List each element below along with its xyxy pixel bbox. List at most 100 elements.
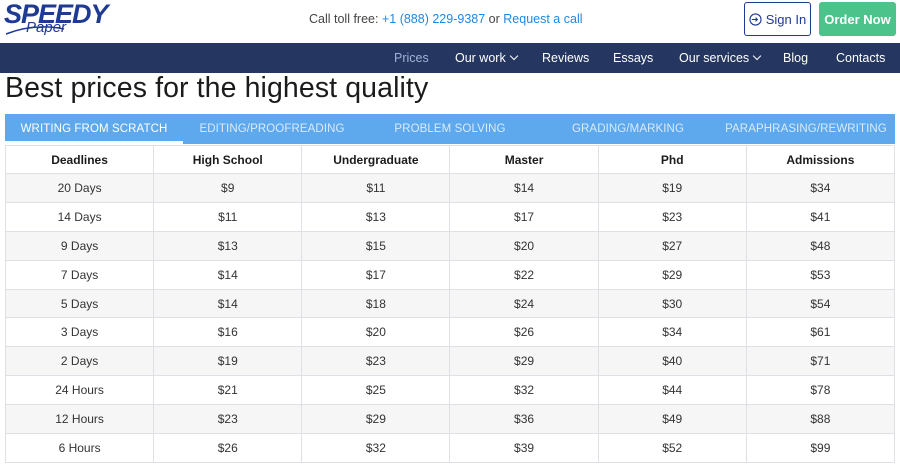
sign-in-label: Sign In [765, 11, 807, 27]
tab-writing-from-scratch[interactable]: WRITING FROM SCRATCH [5, 114, 183, 144]
nav-item-blog[interactable]: Blog [783, 43, 808, 73]
phd-price: $52 [597, 433, 747, 463]
order-now-button[interactable]: Order Now [819, 2, 896, 36]
high-school-price: $16 [153, 317, 303, 348]
admissions-price: $41 [745, 201, 896, 232]
undergraduate-price: $17 [301, 259, 451, 290]
active-tab-indicator [5, 141, 183, 144]
deadline-cell: 7 Days [4, 259, 155, 290]
undergraduate-price: $32 [301, 433, 451, 463]
master-price: $29 [449, 346, 599, 377]
master-price: $36 [449, 404, 599, 435]
high-school-price: $11 [153, 201, 303, 232]
admissions-price: $54 [745, 288, 896, 319]
master-price: $32 [449, 375, 599, 406]
column-header-master: Master [449, 145, 599, 174]
high-school-price: $14 [153, 288, 303, 319]
logo-text-paper: Paper [26, 19, 67, 36]
column-header-admissions: Admissions [745, 145, 896, 174]
nav-label: Our work [455, 51, 506, 65]
master-price: $17 [449, 201, 599, 232]
tab-problem-solving[interactable]: PROBLEM SOLVING [361, 114, 539, 144]
call-label: Call toll free: [309, 12, 379, 26]
tab-grading-marking[interactable]: GRADING/MARKING [539, 114, 717, 144]
admissions-price: $48 [745, 230, 896, 261]
deadline-cell: 6 Hours [4, 433, 155, 463]
master-price: $39 [449, 433, 599, 463]
admissions-price: $53 [745, 259, 896, 290]
sign-in-button[interactable]: Sign In [744, 2, 811, 36]
nav-label: Essays [613, 51, 654, 65]
speedypaper-logo[interactable]: SPEEDY Paper [4, 0, 119, 39]
high-school-price: $23 [153, 404, 303, 435]
page-title: Best prices for the highest quality [5, 72, 429, 104]
nav-label: Reviews [542, 51, 590, 65]
column-header-deadlines: Deadlines [4, 145, 155, 174]
nav-label: Blog [783, 51, 809, 65]
master-price: $20 [449, 230, 599, 261]
call-bar: Call toll free: +1 (888) 229-9387 or Req… [309, 12, 583, 26]
nav-label: Prices [394, 51, 429, 65]
deadline-cell: 24 Hours [4, 375, 155, 406]
sign-in-icon [749, 12, 762, 26]
table-header-row: Deadlines High School Undergraduate Mast… [4, 145, 896, 174]
master-price: $22 [449, 259, 599, 290]
nav-item-prices[interactable]: Prices [394, 43, 429, 73]
nav-item-essays[interactable]: Essays [613, 43, 653, 73]
high-school-price: $13 [153, 230, 303, 261]
phd-price: $19 [597, 173, 747, 203]
phd-price: $27 [597, 230, 747, 261]
admissions-price: $88 [745, 404, 896, 435]
admissions-price: $78 [745, 375, 896, 406]
phd-price: $40 [597, 346, 747, 377]
deadline-cell: 2 Days [4, 346, 155, 377]
deadline-cell: 3 Days [4, 317, 155, 348]
admissions-price: $34 [745, 173, 896, 203]
high-school-price: $19 [153, 346, 303, 377]
table-row: 12 Hours $23 $29 $36 $49 $88 [4, 404, 896, 435]
admissions-price: $71 [745, 346, 896, 377]
or-text: or [488, 12, 500, 26]
high-school-price: $21 [153, 375, 303, 406]
high-school-price: $9 [153, 173, 303, 203]
undergraduate-price: $18 [301, 288, 451, 319]
undergraduate-price: $23 [301, 346, 451, 377]
nav-item-our-services[interactable]: Our services [679, 43, 762, 73]
admissions-price: $61 [745, 317, 896, 348]
chevron-down-icon [752, 51, 762, 61]
deadline-cell: 20 Days [4, 173, 155, 203]
deadline-cell: 9 Days [4, 230, 155, 261]
table-row: 2 Days $19 $23 $29 $40 $71 [4, 346, 896, 377]
table-row: 5 Days $14 $18 $24 $30 $54 [4, 288, 896, 319]
price-table-body: 20 Days $9 $11 $14 $19 $34 14 Days $11 $13 $17 $23… [4, 173, 896, 463]
phd-price: $30 [597, 288, 747, 319]
main-nav: Prices Our work Reviews Essays Our servi… [0, 43, 900, 73]
service-tabs: WRITING FROM SCRATCH EDITING/PROOFREADIN… [5, 114, 895, 144]
nav-item-contacts[interactable]: Contacts [836, 43, 885, 73]
admissions-price: $99 [745, 433, 896, 463]
chevron-down-icon [509, 51, 518, 61]
column-header-undergraduate: Undergraduate [301, 145, 451, 174]
phone-link[interactable]: +1 (888) 229-9387 [382, 12, 485, 26]
nav-item-reviews[interactable]: Reviews [542, 43, 589, 73]
phd-price: $29 [597, 259, 747, 290]
table-row: 24 Hours $21 $25 $32 $44 $78 [4, 375, 896, 406]
table-row: 9 Days $13 $15 $20 $27 $48 [4, 230, 896, 261]
nav-label: Contacts [836, 51, 886, 65]
phd-price: $49 [597, 404, 747, 435]
table-row: 20 Days $9 $11 $14 $19 $34 [4, 173, 896, 203]
master-price: $14 [449, 173, 599, 203]
phd-price: $23 [597, 201, 747, 232]
tab-editing-proofreading[interactable]: EDITING/PROOFREADING [183, 114, 361, 144]
high-school-price: $26 [153, 433, 303, 463]
phd-price: $34 [597, 317, 747, 348]
undergraduate-price: $29 [301, 404, 451, 435]
tab-paraphrasing-rewriting[interactable]: PARAPHRASING/REWRITING [717, 114, 895, 144]
request-call-link[interactable]: Request a call [503, 12, 582, 26]
table-row: 7 Days $14 $17 $22 $29 $53 [4, 259, 896, 290]
undergraduate-price: $25 [301, 375, 451, 406]
price-table: Deadlines High School Undergraduate Mast… [4, 145, 896, 463]
column-header-phd: Phd [597, 145, 747, 174]
nav-item-our-work[interactable]: Our work [455, 43, 518, 73]
undergraduate-price: $11 [301, 173, 451, 203]
